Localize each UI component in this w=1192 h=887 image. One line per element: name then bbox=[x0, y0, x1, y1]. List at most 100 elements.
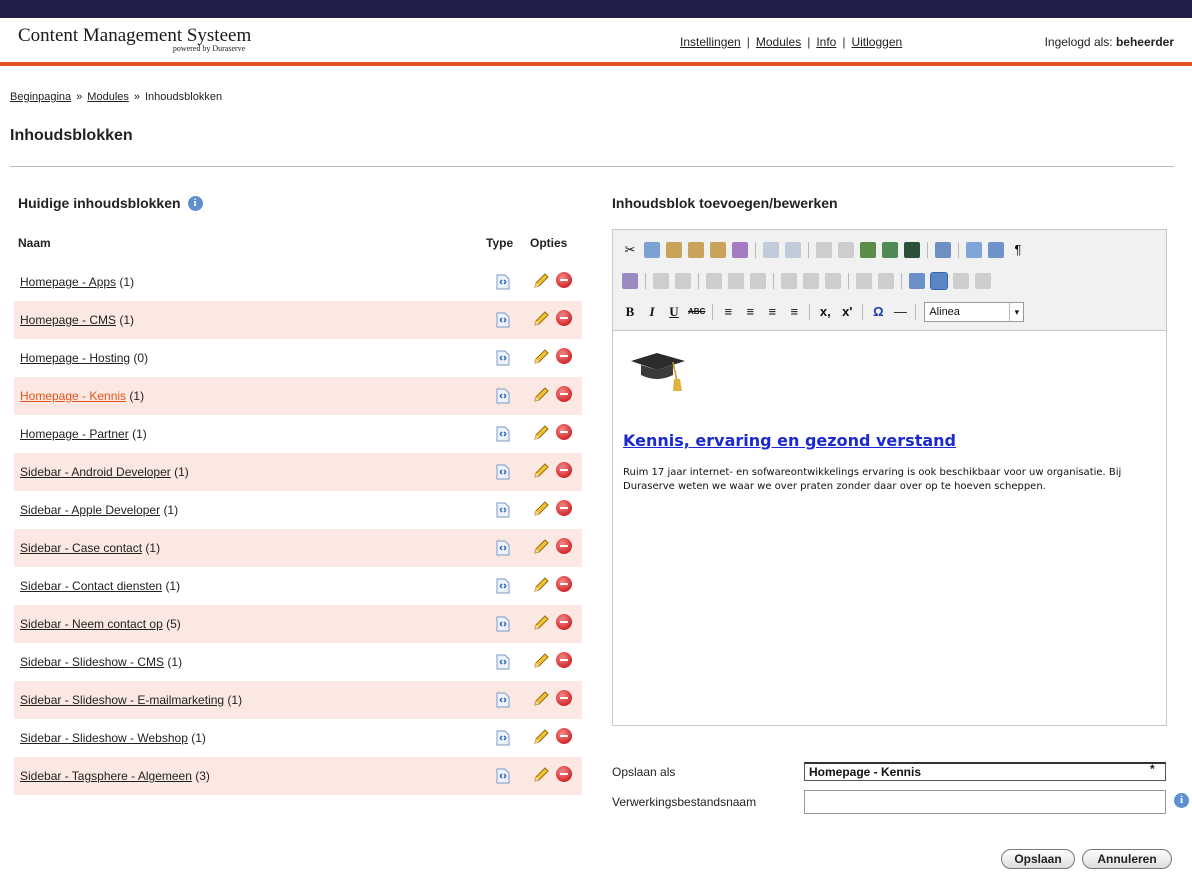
delete-icon[interactable] bbox=[556, 310, 572, 326]
pencil-icon[interactable] bbox=[532, 728, 550, 746]
align-right-icon[interactable]: ≡ bbox=[764, 304, 780, 320]
editor-content[interactable]: Kennis, ervaring en gezond verstand Ruim… bbox=[613, 331, 1166, 508]
cancel-button[interactable]: Annuleren bbox=[1082, 849, 1172, 869]
media-icon[interactable] bbox=[882, 241, 898, 258]
rich-text-editor[interactable]: ✂ ¶ B I U ABC ≡ ≡ ≡ ≡ x, x' Ω — Alinea ▾… bbox=[612, 229, 1167, 726]
superscript-icon[interactable]: x' bbox=[839, 304, 855, 320]
file-name-input[interactable] bbox=[804, 790, 1166, 814]
save-button[interactable]: Opslaan bbox=[1001, 849, 1075, 869]
pencil-icon[interactable] bbox=[532, 576, 550, 594]
nav-uitloggen[interactable]: Uitloggen bbox=[851, 35, 902, 49]
omega-icon[interactable]: Ω bbox=[870, 304, 886, 320]
nav-modules[interactable]: Modules bbox=[756, 35, 801, 49]
pencil-icon[interactable] bbox=[532, 424, 550, 442]
link-icon[interactable] bbox=[816, 241, 832, 258]
table-row-props-icon[interactable] bbox=[653, 272, 669, 289]
align-left-icon[interactable]: ≡ bbox=[720, 304, 736, 320]
delete-icon[interactable] bbox=[556, 348, 572, 364]
pencil-icon[interactable] bbox=[532, 462, 550, 480]
template-icon[interactable] bbox=[935, 241, 951, 258]
merge-cells-icon[interactable] bbox=[878, 272, 894, 289]
delete-icon[interactable] bbox=[556, 728, 572, 744]
eraser-icon[interactable] bbox=[909, 272, 925, 289]
delete-row-icon[interactable] bbox=[750, 272, 766, 289]
pencil-icon[interactable] bbox=[532, 500, 550, 518]
block-link[interactable]: Sidebar - Apple Developer bbox=[20, 503, 160, 517]
strikethrough-icon[interactable]: ABC bbox=[688, 304, 705, 320]
block-link[interactable]: Sidebar - Android Developer bbox=[20, 465, 171, 479]
pencil-icon[interactable] bbox=[532, 614, 550, 632]
block-link[interactable]: Sidebar - Contact diensten bbox=[20, 579, 162, 593]
pencil-icon[interactable] bbox=[532, 652, 550, 670]
nav-instellingen[interactable]: Instellingen bbox=[680, 35, 741, 49]
paste-word-icon[interactable] bbox=[710, 241, 726, 258]
delete-icon[interactable] bbox=[556, 614, 572, 630]
info-icon[interactable]: i bbox=[187, 195, 203, 211]
delete-col-icon[interactable] bbox=[825, 272, 841, 289]
block-link[interactable]: Sidebar - Case contact bbox=[20, 541, 142, 555]
align-justify-icon[interactable]: ≡ bbox=[786, 304, 802, 320]
italic-icon[interactable]: I bbox=[644, 304, 660, 320]
block-link[interactable]: Homepage - Apps bbox=[20, 275, 116, 289]
block-link[interactable]: Sidebar - Neem contact op bbox=[20, 617, 163, 631]
redo-icon[interactable] bbox=[785, 241, 801, 258]
table-icon[interactable] bbox=[930, 271, 948, 290]
format-select[interactable]: Alinea ▾ bbox=[924, 301, 1025, 322]
nav-info[interactable]: Info bbox=[816, 35, 836, 49]
pencil-icon[interactable] bbox=[532, 272, 550, 290]
bold-icon[interactable]: B bbox=[622, 304, 638, 320]
delete-icon[interactable] bbox=[556, 690, 572, 706]
rtl-icon[interactable] bbox=[975, 272, 991, 289]
underline-icon[interactable]: U bbox=[666, 304, 682, 320]
insert-col-after-icon[interactable] bbox=[803, 272, 819, 289]
info-icon[interactable]: i bbox=[1174, 793, 1189, 808]
paste-text-icon[interactable] bbox=[688, 241, 704, 258]
block-link[interactable]: Sidebar - Slideshow - E-mailmarketing bbox=[20, 693, 224, 707]
table-cell-props-icon[interactable] bbox=[675, 272, 691, 289]
cleanup-icon[interactable] bbox=[732, 241, 748, 258]
edit-css-icon[interactable] bbox=[622, 272, 638, 289]
breadcrumb-modules[interactable]: Modules bbox=[87, 91, 129, 103]
delete-icon[interactable] bbox=[556, 424, 572, 440]
ltr-icon[interactable] bbox=[953, 272, 969, 289]
block-link[interactable]: Homepage - Partner bbox=[20, 427, 129, 441]
flash-icon[interactable] bbox=[904, 241, 920, 258]
cut-icon[interactable]: ✂ bbox=[622, 242, 638, 258]
breadcrumb-beginpagina[interactable]: Beginpagina bbox=[10, 91, 71, 103]
pencil-icon[interactable] bbox=[532, 538, 550, 556]
subscript-icon[interactable]: x, bbox=[817, 304, 833, 320]
copy-icon[interactable] bbox=[644, 241, 660, 258]
preview-icon[interactable] bbox=[966, 241, 982, 258]
insert-col-before-icon[interactable] bbox=[781, 272, 797, 289]
horizontal-rule-icon[interactable]: — bbox=[892, 304, 908, 320]
unlink-icon[interactable] bbox=[838, 241, 854, 258]
delete-icon[interactable] bbox=[556, 766, 572, 782]
pencil-icon[interactable] bbox=[532, 766, 550, 784]
pencil-icon[interactable] bbox=[532, 386, 550, 404]
insert-row-after-icon[interactable] bbox=[728, 272, 744, 289]
block-link[interactable]: Homepage - Hosting bbox=[20, 351, 130, 365]
block-link[interactable]: Sidebar - Tagsphere - Algemeen bbox=[20, 769, 192, 783]
html-icon[interactable] bbox=[988, 241, 1004, 258]
delete-icon[interactable] bbox=[556, 538, 572, 554]
pilcrow-icon[interactable]: ¶ bbox=[1010, 242, 1026, 258]
pencil-icon[interactable] bbox=[532, 690, 550, 708]
delete-icon[interactable] bbox=[556, 500, 572, 516]
block-link[interactable]: Sidebar - Slideshow - Webshop bbox=[20, 731, 188, 745]
delete-icon[interactable] bbox=[556, 386, 572, 402]
content-heading[interactable]: Kennis, ervaring en gezond verstand bbox=[623, 431, 1156, 450]
delete-icon[interactable] bbox=[556, 272, 572, 288]
delete-icon[interactable] bbox=[556, 576, 572, 592]
undo-icon[interactable] bbox=[763, 241, 779, 258]
insert-row-before-icon[interactable] bbox=[706, 272, 722, 289]
paste-icon[interactable] bbox=[666, 241, 682, 258]
delete-icon[interactable] bbox=[556, 652, 572, 668]
pencil-icon[interactable] bbox=[532, 348, 550, 366]
align-center-icon[interactable]: ≡ bbox=[742, 304, 758, 320]
pencil-icon[interactable] bbox=[532, 310, 550, 328]
block-link[interactable]: Homepage - Kennis bbox=[20, 389, 126, 403]
delete-icon[interactable] bbox=[556, 462, 572, 478]
save-as-input[interactable]: Homepage - Kennis bbox=[804, 762, 1166, 781]
split-cells-icon[interactable] bbox=[856, 272, 872, 289]
block-link[interactable]: Sidebar - Slideshow - CMS bbox=[20, 655, 164, 669]
